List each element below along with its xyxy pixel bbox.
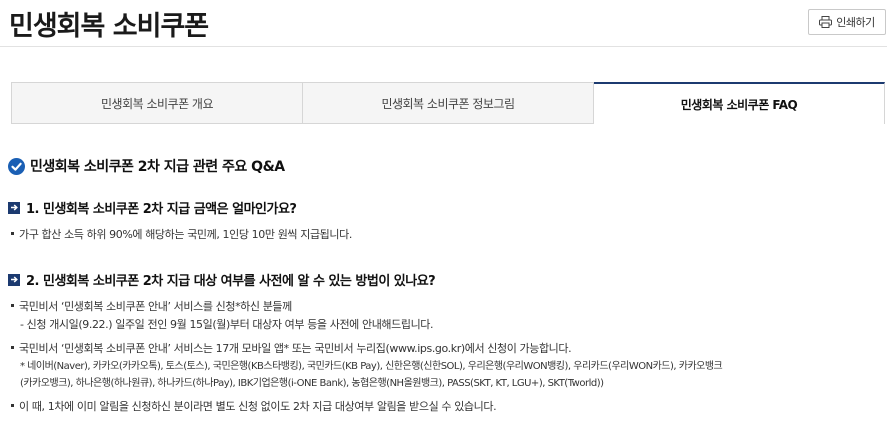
page-title: 민생회복 소비쿠폰 [9, 11, 209, 42]
arrow-right-box-icon [8, 273, 20, 286]
tab-baseline [11, 123, 588, 124]
faq-question-2: 2. 민생회복 소비쿠폰 2차 지급 대상 여부를 사전에 알 수 있는 방법이… [8, 270, 436, 289]
faq-answer-1-text: 가구 합산 소득 하위 90%에 해당하는 국민께, 1인당 10만 원씩 지급… [19, 228, 352, 241]
tab-infographic[interactable]: 민생회복 소비쿠폰 정보그림 [303, 82, 594, 124]
faq-answer-2-item-1-text: 국민비서 ‘민생회복 소비쿠폰 안내’ 서비스를 신청*하신 분들께 [19, 300, 292, 313]
faq-answer-2-item-1: 국민비서 ‘민생회복 소비쿠폰 안내’ 서비스를 신청*하신 분들께 [11, 298, 292, 316]
tab-overview[interactable]: 민생회복 소비쿠폰 개요 [11, 82, 303, 124]
faq-answer-2-item-3-text: 이 때, 1차에 이미 알림을 신청하신 분이라면 별도 신청 없이도 2차 지… [19, 400, 497, 413]
arrow-right-box-icon [8, 201, 20, 214]
faq-answer-2-item-3: 이 때, 1차에 이미 알림을 신청하신 분이라면 별도 신청 없이도 2차 지… [11, 398, 497, 416]
faq-answer-2-apps-line-1: * 네이버(Naver), 카카오(카카오톡), 토스(토스), 국민은행(KB… [20, 361, 723, 372]
faq-answer-2-item-1-detail: - 신청 개시일(9.22.) 일주일 전인 9월 15일(월)부터 대상자 여… [20, 318, 434, 331]
printer-icon [819, 16, 833, 28]
faq-section-title: 민생회복 소비쿠폰 2차 지급 관련 주요 Q&A [8, 156, 285, 176]
faq-question-2-text: 2. 민생회복 소비쿠폰 2차 지급 대상 여부를 사전에 알 수 있는 방법이… [26, 274, 436, 289]
print-button[interactable]: 인쇄하기 [808, 9, 886, 35]
check-circle-icon [8, 157, 25, 175]
tab-faq[interactable]: 민생회복 소비쿠폰 FAQ [594, 82, 885, 124]
faq-question-1: 1. 민생회복 소비쿠폰 2차 지급 금액은 얼마인가요? [8, 198, 297, 217]
faq-question-1-text: 1. 민생회복 소비쿠폰 2차 지급 금액은 얼마인가요? [26, 202, 297, 217]
faq-answer-2-apps-line-2: (카카오뱅크), 하나은행(하나원큐), 하나카드(하나Pay), IBK기업은… [20, 378, 604, 389]
faq-title-text: 민생회복 소비쿠폰 2차 지급 관련 주요 Q&A [30, 159, 285, 175]
faq-answer-2-item-2: 국민비서 ‘민생회복 소비쿠폰 안내’ 서비스는 17개 모바일 앱* 또는 국… [11, 340, 572, 358]
header-divider [0, 46, 887, 47]
faq-answer-1: 가구 합산 소득 하위 90%에 해당하는 국민께, 1인당 10만 원씩 지급… [11, 226, 352, 244]
tab-bar: 민생회복 소비쿠폰 개요 민생회복 소비쿠폰 정보그림 민생회복 소비쿠폰 FA… [11, 82, 885, 124]
faq-answer-2-item-2-text: 국민비서 ‘민생회복 소비쿠폰 안내’ 서비스는 17개 모바일 앱* 또는 국… [19, 342, 572, 355]
print-button-label: 인쇄하기 [836, 16, 875, 29]
